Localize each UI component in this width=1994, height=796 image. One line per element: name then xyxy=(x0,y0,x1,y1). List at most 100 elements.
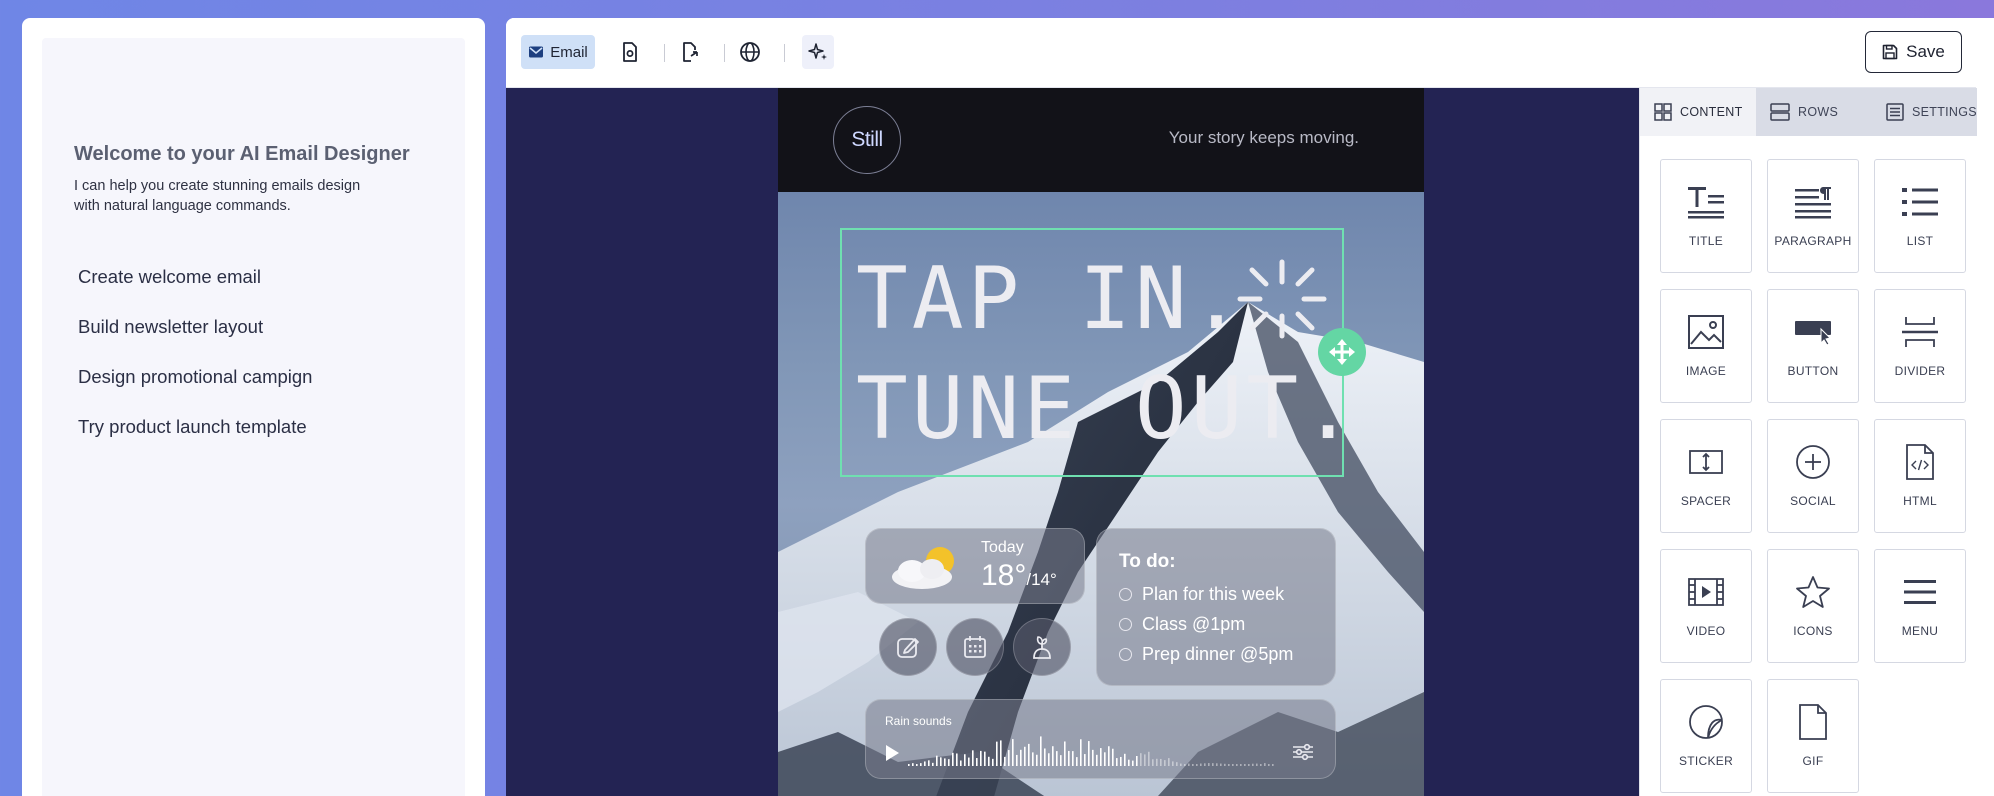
block-divider[interactable]: DIVIDER xyxy=(1874,289,1966,403)
waveform-bar xyxy=(1220,763,1222,766)
title-block-icon xyxy=(1688,187,1724,219)
export-button[interactable] xyxy=(673,35,707,69)
waveform-bar xyxy=(996,741,998,766)
block-icons[interactable]: ICONS xyxy=(1767,549,1859,663)
suggestion-welcome-email[interactable]: Create welcome email xyxy=(78,252,261,302)
waveform-bar xyxy=(1048,753,1050,766)
block-list-label: LIST xyxy=(1906,234,1934,248)
block-title[interactable]: TITLE xyxy=(1660,159,1752,273)
ai-suggestion-list: Create welcome email Build newsletter la… xyxy=(78,252,312,452)
pencil-square-icon xyxy=(897,638,919,658)
waveform-bar xyxy=(928,760,930,766)
block-list[interactable]: LIST xyxy=(1874,159,1966,273)
block-video[interactable]: VIDEO xyxy=(1660,549,1752,663)
tab-settings[interactable]: SETTINGS xyxy=(1872,88,1977,136)
waveform-bar xyxy=(1060,755,1062,766)
block-paragraph[interactable]: PARAGRAPH xyxy=(1767,159,1859,273)
tab-rows-label: ROWS xyxy=(1798,105,1839,119)
waveform-bar xyxy=(1072,751,1074,766)
block-title-label: TITLE xyxy=(1688,234,1724,248)
block-gif[interactable]: GIF xyxy=(1767,679,1859,793)
suggestion-product-launch[interactable]: Try product launch template xyxy=(78,402,307,452)
selected-title-block[interactable]: TAP IN. TUNE OUT. xyxy=(840,228,1354,477)
preview-button[interactable] xyxy=(613,35,647,69)
social-block-icon xyxy=(1796,445,1830,479)
block-image[interactable]: IMAGE xyxy=(1660,289,1752,403)
waveform-bar xyxy=(1200,763,1202,766)
checkbox-circle-icon xyxy=(1119,588,1132,601)
save-button[interactable]: Save xyxy=(1865,31,1962,73)
button-block-icon xyxy=(1795,321,1831,346)
block-spacer-label: SPACER xyxy=(1680,494,1732,508)
image-block-icon xyxy=(1688,315,1724,349)
headline-line-1: TAP IN. xyxy=(856,249,1247,349)
suggestion-newsletter-layout[interactable]: Build newsletter layout xyxy=(78,302,263,352)
waveform-bar xyxy=(1020,749,1022,766)
waveform-bar xyxy=(1224,763,1226,766)
email-header-row[interactable]: Still Your story keeps moving. xyxy=(778,88,1424,192)
waveform-bar xyxy=(1044,748,1046,766)
waveform-bar xyxy=(1032,752,1034,766)
video-block-icon xyxy=(1688,578,1724,606)
block-button[interactable]: BUTTON xyxy=(1767,289,1859,403)
globe-icon xyxy=(740,42,760,62)
waveform-bar xyxy=(1188,763,1190,766)
ai-assist-button[interactable] xyxy=(802,35,834,69)
waveform-bar xyxy=(948,759,950,766)
language-button[interactable] xyxy=(733,35,767,69)
waveform-bar xyxy=(1244,764,1246,766)
tab-rows[interactable]: ROWS xyxy=(1756,88,1872,136)
block-button-label: BUTTON xyxy=(1787,364,1839,378)
waveform-bar xyxy=(992,758,994,766)
waveform-bar xyxy=(908,764,910,766)
block-social[interactable]: SOCIAL xyxy=(1767,419,1859,533)
waveform-bar xyxy=(940,757,942,766)
todo-item-label: Class @1pm xyxy=(1142,614,1246,634)
waveform-bar xyxy=(1268,764,1270,766)
block-video-label: VIDEO xyxy=(1686,624,1726,638)
email-editor: Email Save Still Your story keeps moving… xyxy=(506,18,1994,796)
checkbox-circle-icon xyxy=(1119,648,1132,661)
waveform-bar xyxy=(912,763,914,766)
block-sticker[interactable]: STICKER xyxy=(1660,679,1752,793)
toolbar-divider xyxy=(724,44,725,62)
waveform-bar xyxy=(1100,748,1102,766)
waveform-bar xyxy=(1064,741,1066,766)
suggestion-promotional-campaign[interactable]: Design promotional campign xyxy=(78,352,312,402)
waveform-bar xyxy=(1076,757,1078,766)
waveform-bar xyxy=(964,754,966,766)
waveform-bar xyxy=(1168,758,1170,766)
document-settings-icon xyxy=(623,42,637,62)
block-menu-label: MENU xyxy=(1901,624,1939,638)
hero-section[interactable]: TAP IN. TUNE OUT. Today 18°/14° To do: P… xyxy=(778,192,1424,796)
block-html[interactable]: HTML xyxy=(1874,419,1966,533)
block-menu[interactable]: MENU xyxy=(1874,549,1966,663)
waveform-bar xyxy=(1212,763,1214,766)
tab-content[interactable]: CONTENT xyxy=(1640,88,1756,136)
waveform-bar xyxy=(960,760,962,766)
waveform-bar xyxy=(1128,759,1130,766)
waveform-bar xyxy=(1236,764,1238,766)
sparkle-icon xyxy=(808,43,827,60)
todo-item: Class @1pm xyxy=(1119,614,1245,635)
waveform-bar xyxy=(1096,754,1098,766)
sparkle-burst-icon xyxy=(1237,259,1327,339)
email-mode-button[interactable]: Email xyxy=(521,35,595,69)
settings-list-icon xyxy=(1886,103,1904,121)
waveform-bar xyxy=(1120,756,1122,766)
waveform-bar xyxy=(1148,751,1150,766)
floppy-disk-icon xyxy=(1882,44,1898,60)
todo-item: Plan for this week xyxy=(1119,584,1284,605)
todo-item: Prep dinner @5pm xyxy=(1119,644,1293,665)
block-gif-label: GIF xyxy=(1802,754,1824,768)
save-label: Save xyxy=(1906,42,1945,61)
waveform-bar xyxy=(1232,764,1234,766)
move-handle[interactable] xyxy=(1318,328,1366,376)
temperature-low: /14° xyxy=(1026,570,1057,589)
block-paragraph-label: PARAGRAPH xyxy=(1774,234,1852,248)
waveform-bar xyxy=(1240,764,1242,766)
waveform-bar xyxy=(1252,763,1254,766)
block-spacer[interactable]: SPACER xyxy=(1660,419,1752,533)
waveform-bar xyxy=(956,753,958,766)
star-icon xyxy=(1796,576,1830,608)
